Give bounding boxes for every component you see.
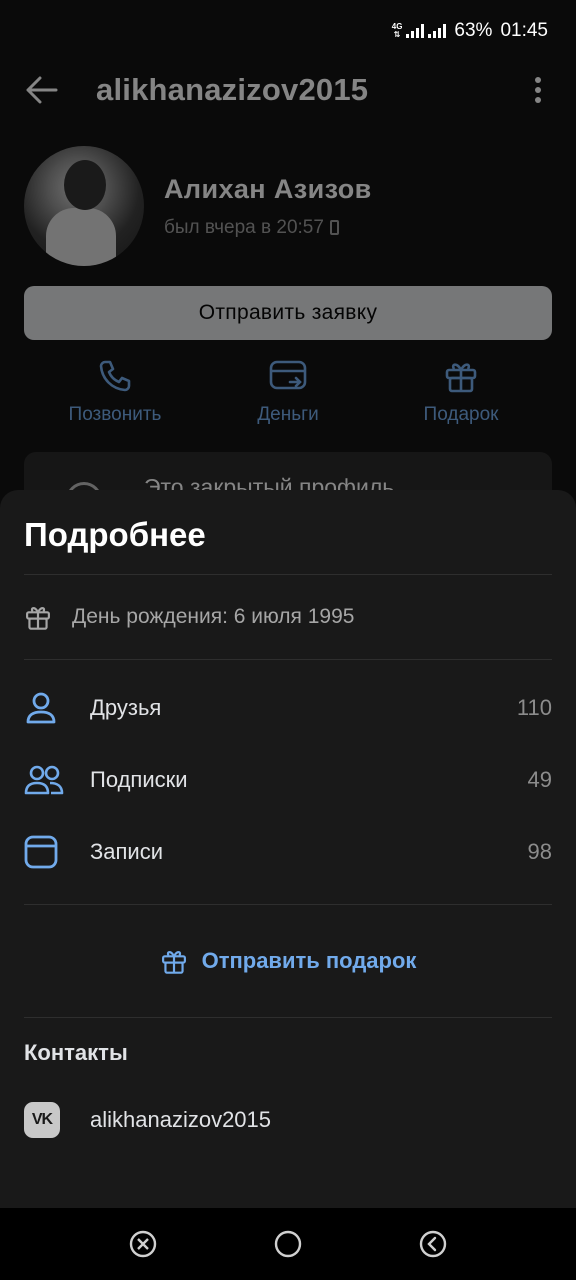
users-icon bbox=[24, 763, 66, 797]
posts-label: Записи bbox=[90, 839, 164, 864]
call-button[interactable]: Позвонить bbox=[40, 358, 190, 426]
send-gift-label: Отправить подарок bbox=[201, 948, 417, 973]
last-seen: был вчера в 20:57 bbox=[164, 217, 372, 239]
battery-level: 63% bbox=[454, 20, 493, 41]
profile-background: alikhanazizov2015 Алихан Азизов был вчер… bbox=[0, 62, 576, 532]
contact-vk-row[interactable]: VK alikhanazizov2015 bbox=[0, 1086, 576, 1154]
gift-button[interactable]: Подарок bbox=[386, 358, 536, 426]
posts-count: 98 bbox=[527, 839, 552, 864]
gift-icon bbox=[161, 951, 186, 974]
subscriptions-count: 49 bbox=[527, 767, 552, 792]
profile-name: Алихан Азизов bbox=[164, 173, 372, 204]
system-nav-bar bbox=[0, 1208, 576, 1280]
subscriptions-label: Подписки bbox=[90, 767, 188, 792]
top-app-bar: alikhanazizov2015 bbox=[0, 62, 576, 118]
stats-list: Друзья 110 Подписки 49 Записи 98 bbox=[0, 660, 576, 904]
sheet-title: Подробнее bbox=[24, 516, 206, 553]
friends-count: 110 bbox=[516, 695, 552, 720]
user-icon bbox=[24, 691, 66, 725]
avatar[interactable] bbox=[24, 146, 144, 266]
money-icon bbox=[269, 360, 307, 390]
details-sheet: Подробнее День рождения: 6 июля 1995 Дру… bbox=[0, 490, 576, 1208]
signal-icon-2 bbox=[428, 24, 447, 38]
phone-icon bbox=[99, 360, 131, 392]
clock: 01:45 bbox=[500, 20, 548, 41]
signal-icon bbox=[406, 24, 425, 38]
vk-icon: VK bbox=[24, 1102, 60, 1138]
status-bar: 4G ⇅ 63% 01:45 bbox=[0, 0, 576, 62]
send-gift-button[interactable]: Отправить подарок bbox=[0, 905, 576, 1017]
friends-row[interactable]: Друзья 110 bbox=[0, 672, 576, 744]
posts-row[interactable]: Записи 98 bbox=[0, 816, 576, 888]
mobile-icon bbox=[329, 220, 339, 235]
network-type: 4G ⇅ bbox=[391, 22, 403, 39]
profile-username: alikhanazizov2015 bbox=[96, 72, 369, 107]
birthday-text: День рождения: 6 июля 1995 bbox=[72, 605, 355, 628]
back-nav-icon[interactable] bbox=[413, 1224, 453, 1264]
send-request-button[interactable]: Отправить заявку bbox=[24, 286, 552, 340]
gift-icon bbox=[445, 363, 477, 393]
posts-icon bbox=[24, 835, 66, 869]
network-indicator: 4G ⇅ bbox=[392, 23, 447, 39]
friends-label: Друзья bbox=[90, 695, 162, 720]
more-vertical-icon[interactable] bbox=[520, 72, 556, 108]
contacts-heading: Контакты bbox=[24, 1040, 128, 1065]
contact-vk-label: alikhanazizov2015 bbox=[90, 1107, 272, 1132]
profile-header: Алихан Азизов был вчера в 20:57 bbox=[0, 118, 576, 266]
subscriptions-row[interactable]: Подписки 49 bbox=[0, 744, 576, 816]
recents-icon[interactable] bbox=[123, 1224, 163, 1264]
home-icon[interactable] bbox=[268, 1224, 308, 1264]
birthday-row: День рождения: 6 июля 1995 bbox=[0, 575, 576, 659]
profile-actions: Позвонить Деньги Подарок bbox=[0, 340, 576, 426]
arrow-left-icon[interactable] bbox=[24, 72, 60, 108]
money-button[interactable]: Деньги bbox=[213, 358, 363, 426]
gift-icon bbox=[26, 607, 50, 630]
